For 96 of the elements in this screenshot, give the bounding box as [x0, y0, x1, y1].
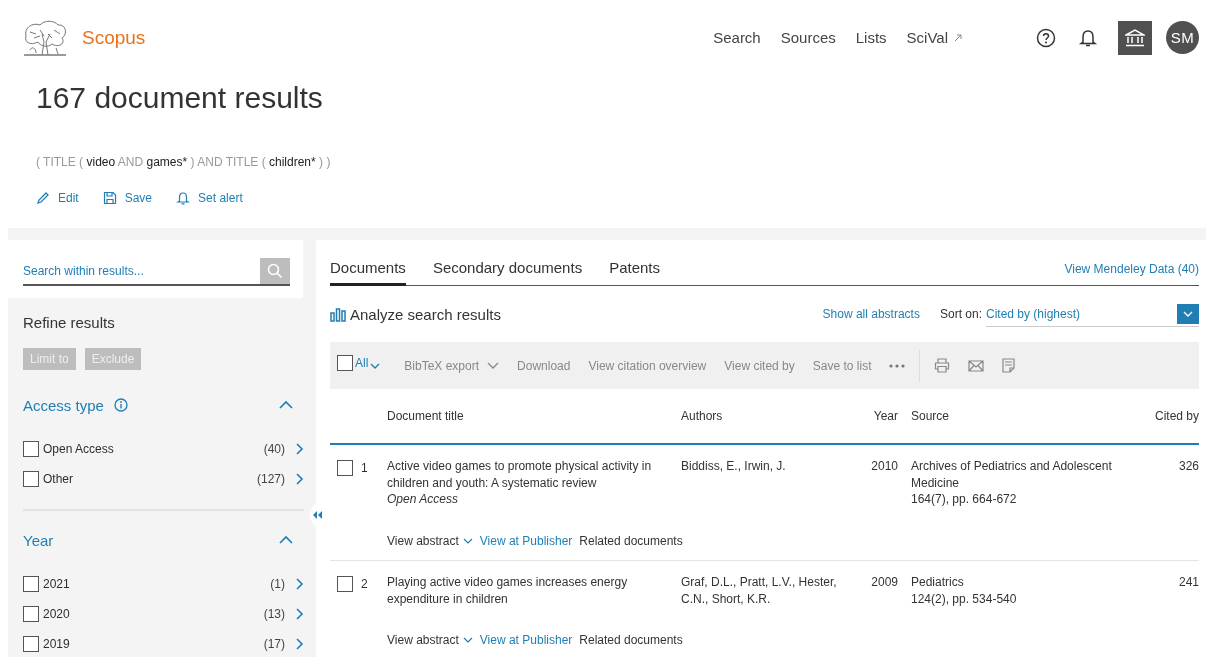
- chevron-right-icon[interactable]: [295, 578, 304, 590]
- print-icon[interactable]: [934, 358, 951, 373]
- double-arrow-left-icon: [312, 511, 322, 519]
- pencil-icon: [36, 191, 50, 205]
- facet-option-label[interactable]: 2021: [43, 577, 271, 591]
- chevron-right-icon[interactable]: [295, 473, 304, 485]
- result-link[interactable]: View at Publisher: [479, 633, 573, 647]
- sort-label: Sort on:: [939, 307, 982, 321]
- user-avatar[interactable]: SM: [1166, 21, 1199, 54]
- facet-heading[interactable]: Year: [23, 531, 54, 549]
- result-link[interactable]: View at Publisher: [479, 533, 573, 548]
- authors-text[interactable]: Biddiss, E., Irwin, J.: [681, 458, 841, 475]
- tree-logo-icon: [22, 19, 68, 56]
- source-title[interactable]: Pediatrics: [911, 574, 1119, 591]
- facet-option-label[interactable]: 2019: [43, 637, 264, 651]
- result-link[interactable]: Related documents: [579, 633, 683, 647]
- access-label: Open Access: [387, 491, 459, 508]
- nav-link[interactable]: Search: [713, 29, 761, 46]
- source-title[interactable]: Archives of Pediatrics and Adolescent Medicine: [911, 458, 1119, 491]
- results-tab[interactable]: Documents: [330, 259, 406, 286]
- bar-chart-icon[interactable]: [330, 306, 346, 322]
- document-icon[interactable]: [1002, 358, 1016, 373]
- analyze-results-link[interactable]: Analyze search results: [350, 305, 823, 323]
- chevron-down-icon: [1183, 310, 1193, 317]
- row-number: 1: [361, 460, 368, 477]
- results-title: 167 document results: [36, 81, 324, 116]
- document-title[interactable]: Playing active video games increases energy expenditure in children: [387, 574, 671, 607]
- checkbox[interactable]: [23, 636, 39, 652]
- facet-option-label[interactable]: Open Access: [43, 442, 264, 456]
- chevron-right-icon[interactable]: [295, 443, 304, 455]
- facet-heading[interactable]: Access type: [23, 396, 104, 414]
- query-action-link[interactable]: Set alert: [176, 191, 243, 205]
- facet-count: (1): [270, 577, 285, 591]
- search-button[interactable]: [260, 258, 290, 286]
- show-abstracts-link[interactable]: Show all abstracts: [822, 307, 920, 321]
- search-icon: [267, 263, 283, 279]
- chevron-right-icon[interactable]: [295, 608, 304, 620]
- query-action-link[interactable]: Save: [102, 191, 153, 205]
- select-all-dropdown[interactable]: All: [355, 355, 369, 370]
- checkbox[interactable]: [23, 471, 39, 487]
- help-icon[interactable]: [1036, 27, 1056, 48]
- collapse-chevron-icon[interactable]: [278, 534, 294, 546]
- checkbox[interactable]: [23, 606, 39, 622]
- search-within-field[interactable]: Search within results...: [23, 258, 260, 286]
- caret-down-icon[interactable]: [370, 362, 381, 369]
- authors-text[interactable]: Graf, D.L., Pratt, L.V., Hester, C.N., Short, K.R.: [681, 574, 841, 607]
- nav-link[interactable]: SciVal: [906, 29, 962, 46]
- year-text: 2009: [870, 574, 898, 591]
- facet-option-label[interactable]: 2020: [43, 607, 264, 621]
- facet-count: (127): [257, 472, 285, 486]
- results-tab[interactable]: Secondary documents: [432, 259, 583, 286]
- checkbox[interactable]: [337, 354, 353, 371]
- facet-count: (13): [263, 607, 285, 621]
- facet-count: (40): [263, 442, 285, 456]
- column-header[interactable]: Year: [851, 409, 898, 423]
- bell-icon[interactable]: [1078, 27, 1098, 48]
- nav-link[interactable]: Lists: [855, 29, 887, 46]
- nav-link[interactable]: Sources: [780, 29, 836, 46]
- result-link[interactable]: Related documents: [579, 533, 683, 548]
- collapse-chevron-icon[interactable]: [278, 399, 294, 411]
- column-header[interactable]: Authors: [681, 409, 851, 423]
- cited-by-count[interactable]: 326: [1129, 458, 1199, 475]
- sort-dropdown[interactable]: Cited by (highest): [986, 301, 1199, 327]
- caret-down-icon: [462, 637, 473, 643]
- checkbox[interactable]: [23, 576, 39, 592]
- institution-icon: [1125, 28, 1145, 47]
- source-detail: 124(2), pp. 534-540: [911, 590, 1018, 607]
- facet-count: (17): [263, 637, 285, 651]
- result-link[interactable]: View abstract: [387, 633, 473, 647]
- checkbox[interactable]: [337, 460, 353, 476]
- column-header[interactable]: Source: [898, 409, 1129, 423]
- search-box[interactable]: Search within results...: [8, 240, 303, 298]
- search-query: ( TITLE ( video AND games* ) AND TITLE ( children* ) ): [36, 155, 332, 169]
- institution-button[interactable]: [1118, 20, 1152, 55]
- query-action-link[interactable]: Edit: [36, 191, 79, 205]
- more-icon[interactable]: [889, 363, 906, 368]
- source-detail: 164(7), pp. 664-672: [911, 491, 1018, 508]
- mendeley-data-link[interactable]: View Mendeley Data (40): [1064, 262, 1199, 285]
- caret-down-icon: [487, 362, 500, 369]
- mail-icon[interactable]: [968, 359, 985, 372]
- caret-down-icon: [462, 537, 473, 544]
- column-header[interactable]: Cited by: [1129, 409, 1199, 423]
- bell-icon: [176, 191, 191, 205]
- result-link[interactable]: View abstract: [387, 533, 473, 548]
- row-number: 2: [361, 576, 368, 593]
- info-icon[interactable]: [113, 398, 128, 412]
- facet-option-label[interactable]: Other: [43, 472, 257, 486]
- checkbox[interactable]: [337, 576, 353, 592]
- refine-heading: Refine results: [23, 314, 116, 331]
- column-header[interactable]: Document title: [387, 409, 681, 423]
- checkbox[interactable]: [23, 441, 39, 457]
- document-title[interactable]: Active video games to promote physical activity in children and youth: A systematic review: [387, 458, 671, 491]
- cited-by-count[interactable]: 241: [1129, 574, 1199, 591]
- results-tab[interactable]: Patents: [609, 259, 660, 286]
- year-text: 2010: [870, 458, 898, 475]
- chevron-right-icon[interactable]: [295, 638, 304, 650]
